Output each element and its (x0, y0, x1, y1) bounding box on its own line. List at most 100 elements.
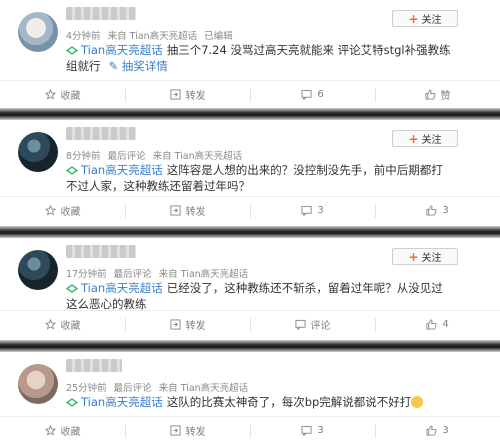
super-topic-icon (66, 284, 78, 293)
plus-icon: + (408, 249, 419, 264)
like-count: 4 (442, 319, 449, 330)
post-body: Tian高天亮超话 这队的比赛太神奇了，每次bp完解说都说不好打 (66, 394, 452, 410)
comment-icon (294, 319, 306, 330)
repost-button[interactable]: 转发 (125, 417, 250, 440)
favorite-button[interactable]: 收藏 (0, 311, 125, 338)
super-topic-icon (66, 46, 78, 55)
post-meta: 25分钟前 最后评论 来自 Tian高天亮超话 (66, 380, 252, 394)
lottery-link[interactable]: ✎ 抽奖详情 (109, 59, 168, 73)
post-text: 这队的比赛太神奇了，每次bp完解说都说不好打 (166, 395, 412, 409)
comment-label: 评论 (310, 321, 331, 332)
follow-button[interactable]: + 关注 (392, 10, 458, 27)
follow-label: 关注 (421, 15, 442, 26)
favorite-label: 收藏 (60, 207, 81, 218)
like-button[interactable]: 3 (375, 197, 500, 224)
action-bar: 收藏 转发 6 赞 (0, 80, 500, 108)
follow-button[interactable]: + 关注 (392, 248, 458, 265)
super-topic-icon (66, 166, 78, 175)
topic-link[interactable]: Tian高天亮超话 (66, 281, 163, 295)
post-source[interactable]: 来自 Tian高天亮超话 (108, 31, 198, 42)
star-icon (44, 319, 56, 330)
like-label: 赞 (440, 91, 451, 102)
comment-button[interactable]: 3 (250, 417, 375, 440)
favorite-button[interactable]: 收藏 (0, 197, 125, 224)
thumbs-up-icon (424, 89, 435, 100)
repost-icon (169, 205, 181, 216)
like-button[interactable]: 赞 (375, 81, 500, 108)
like-button[interactable]: 3 (375, 417, 500, 440)
post-source[interactable]: 来自 Tian高天亮超话 (159, 269, 249, 280)
edited-label: 已编辑 (204, 31, 233, 42)
star-icon (44, 425, 56, 436)
username-blurred[interactable] (66, 359, 122, 372)
follow-button[interactable]: + 关注 (392, 130, 458, 147)
repost-button[interactable]: 转发 (125, 81, 250, 108)
repost-label: 转发 (185, 91, 206, 102)
like-button[interactable]: 4 (375, 311, 500, 338)
comment-button[interactable]: 评论 (250, 311, 375, 338)
post-time[interactable]: 4分钟前 (66, 31, 101, 42)
comment-icon (301, 205, 312, 216)
comment-count: 3 (317, 205, 324, 216)
action-bar: 收藏 转发 3 3 (0, 416, 500, 440)
repost-icon (169, 425, 181, 436)
lottery-label: 抽奖详情 (121, 59, 168, 73)
post-card: 4分钟前 来自 Tian高天亮超话 已编辑 + 关注 Tian高天亮超话 抽三个7.… (0, 0, 500, 108)
emoji-icon (411, 396, 424, 408)
like-count: 3 (442, 205, 449, 216)
post-body: Tian高天亮超话 抽三个7.24 没骂过高天亮就能来 评论艾特stgl补强教练组… (66, 42, 452, 74)
comment-source: 最后评论 (113, 383, 152, 394)
comment-button[interactable]: 3 (250, 197, 375, 224)
follow-label: 关注 (421, 135, 442, 146)
favorite-button[interactable]: 收藏 (0, 81, 125, 108)
divider (0, 226, 500, 238)
avatar[interactable] (18, 12, 58, 52)
avatar[interactable] (18, 364, 58, 404)
topic-link[interactable]: Tian高天亮超话 (66, 163, 163, 177)
plus-icon: + (408, 11, 419, 26)
comment-count: 3 (317, 425, 324, 436)
repost-label: 转发 (185, 207, 206, 218)
username-blurred[interactable] (66, 127, 136, 140)
repost-button[interactable]: 转发 (125, 197, 250, 224)
post-meta: 8分钟前 最后评论 来自 Tian高天亮超话 (66, 148, 246, 162)
post-source[interactable]: 来自 Tian高天亮超话 (153, 151, 243, 162)
super-topic-icon (66, 398, 78, 407)
post-card: 8分钟前 最后评论 来自 Tian高天亮超话 + 关注 Tian高天亮超话 这阵容是… (0, 120, 500, 226)
divider (0, 108, 500, 120)
favorite-button[interactable]: 收藏 (0, 417, 125, 440)
comment-source: 最后评论 (107, 151, 146, 162)
comment-button[interactable]: 6 (250, 81, 375, 108)
topic-link[interactable]: Tian高天亮超话 (66, 395, 163, 409)
action-bar: 收藏 转发 评论 4 (0, 310, 500, 338)
favorite-label: 收藏 (60, 321, 81, 332)
repost-icon (169, 319, 181, 330)
avatar[interactable] (18, 250, 58, 290)
post-time[interactable]: 25分钟前 (66, 383, 107, 394)
comment-icon (301, 425, 312, 436)
repost-button[interactable]: 转发 (125, 311, 250, 338)
avatar[interactable] (18, 132, 58, 172)
post-body: Tian高天亮超话 这阵容是人想的出来的？没控制没先手，前中后期都打不过人家，这种… (66, 162, 452, 194)
post-time[interactable]: 8分钟前 (66, 151, 101, 162)
plus-icon: + (408, 131, 419, 146)
thumbs-up-icon (426, 205, 437, 216)
divider (0, 340, 500, 352)
follow-label: 关注 (421, 253, 442, 264)
post-card: 17分钟前 最后评论 来自 Tian高天亮超话 + 关注 Tian高天亮超话 已经没… (0, 238, 500, 340)
post-source[interactable]: 来自 Tian高天亮超话 (159, 383, 249, 394)
repost-label: 转发 (185, 321, 206, 332)
username-blurred[interactable] (66, 7, 136, 20)
comment-icon (301, 89, 312, 100)
post-body: Tian高天亮超话 已经没了，这种教练还不斩杀，留着过年呢？从没见过这么恶心的教练 (66, 280, 452, 312)
post-meta: 17分钟前 最后评论 来自 Tian高天亮超话 (66, 266, 252, 280)
topic-label: Tian高天亮超话 (81, 281, 163, 295)
username-blurred[interactable] (66, 245, 136, 258)
topic-link[interactable]: Tian高天亮超话 (66, 43, 163, 57)
topic-label: Tian高天亮超话 (81, 395, 163, 409)
star-icon (44, 205, 56, 216)
thumbs-up-icon (426, 319, 437, 330)
comment-source: 最后评论 (113, 269, 152, 280)
post-time[interactable]: 17分钟前 (66, 269, 107, 280)
topic-label: Tian高天亮超话 (81, 43, 163, 57)
